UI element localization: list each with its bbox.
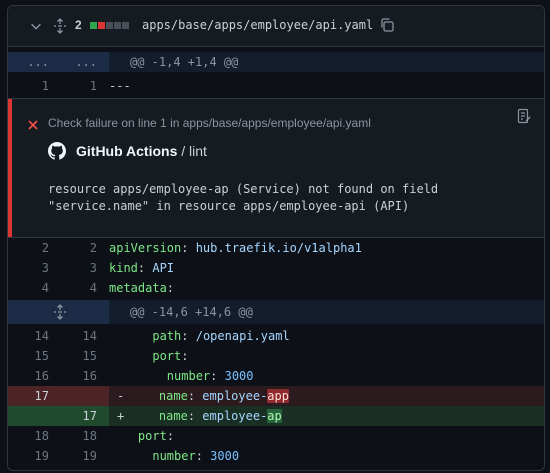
separator: / <box>177 143 190 159</box>
code-text: path: /openapi.yaml <box>152 329 290 343</box>
line-number-left[interactable]: 2 <box>8 238 49 258</box>
annotation-title: Check failure on line 1 in apps/base/app… <box>48 116 371 130</box>
expand-icon[interactable] <box>52 304 68 320</box>
line-number-right[interactable]: 19 <box>56 446 97 466</box>
line-number-left[interactable]: 14 <box>8 326 49 346</box>
added-line: 17 + name: employee-ap <box>8 406 544 426</box>
expand-up-button[interactable]: ... <box>8 52 49 72</box>
github-logo-icon <box>48 142 66 160</box>
diff-line: 18 18 port: <box>8 426 544 446</box>
line-number-right[interactable]: 17 <box>56 406 97 426</box>
diff-line: 3 3 kind: API <box>8 258 544 278</box>
hunk-range: @@ -14,6 +14,6 @@ <box>130 305 253 319</box>
line-number-right[interactable]: 3 <box>56 258 97 278</box>
check-source: GitHub Actions / lint <box>76 143 207 159</box>
diff-line: 16 16 number: 3000 <box>8 366 544 386</box>
annotation-message: resource apps/employee-ap (Service) not … <box>48 181 438 215</box>
code-text: number: 3000 <box>166 369 254 383</box>
diffstat-neutral-block <box>114 22 121 29</box>
hunk-range: @@ -1,4 +1,4 @@ <box>130 55 239 69</box>
expand-up-button[interactable]: ... <box>56 52 97 72</box>
line-number-right[interactable]: 18 <box>56 426 97 446</box>
line-number-left[interactable]: 1 <box>8 76 49 96</box>
diffstat-add-block <box>90 22 97 29</box>
line-number-left[interactable]: 15 <box>8 346 49 366</box>
message-line: resource apps/employee-ap (Service) not … <box>48 182 439 196</box>
file-header: 2 apps/base/apps/employee/api.yaml <box>8 6 544 47</box>
line-number-left[interactable]: 3 <box>8 258 49 278</box>
diff-line: 1 1 --- <box>8 76 544 96</box>
job-name: lint <box>189 143 207 159</box>
code-text: port: <box>137 429 175 443</box>
hunk-header: ... ... @@ -1,4 +1,4 @@ <box>8 52 544 72</box>
deletion-marker: - <box>117 389 125 403</box>
code-text: port: <box>152 349 189 363</box>
line-number-left[interactable]: 4 <box>8 278 49 298</box>
line-number-right[interactable]: 2 <box>56 238 97 258</box>
code-text: number: 3000 <box>152 449 240 463</box>
line-number-left[interactable]: 18 <box>8 426 49 446</box>
diff-line: 19 19 number: 3000 <box>8 446 544 466</box>
x-icon <box>28 120 38 130</box>
app-name[interactable]: GitHub Actions <box>76 143 177 159</box>
line-number-right[interactable]: 4 <box>56 278 97 298</box>
code-text: metadata: <box>109 281 175 295</box>
diff-file: 2 apps/base/apps/employee/api.yaml ... .… <box>7 5 545 471</box>
chevron-down-icon[interactable] <box>29 19 43 33</box>
diffstat-neutral-block <box>106 22 113 29</box>
failure-bar <box>8 99 12 237</box>
expand-all-icon[interactable] <box>52 18 68 34</box>
diff-line: 14 14 path: /openapi.yaml <box>8 326 544 346</box>
check-annotation: Check failure on line 1 in apps/base/app… <box>8 98 544 238</box>
diffstat-blocks <box>90 22 129 29</box>
file-path-link[interactable]: apps/base/apps/employee/api.yaml <box>142 18 373 32</box>
code-text: --- <box>109 79 131 93</box>
notes-icon[interactable] <box>516 108 532 124</box>
code-text: apiVersion: hub.traefik.io/v1alpha1 <box>109 241 362 255</box>
diff-line: 15 15 port: <box>8 346 544 366</box>
line-number-left[interactable]: 16 <box>8 366 49 386</box>
line-number-right[interactable]: 16 <box>56 366 97 386</box>
diff-line: 2 2 apiVersion: hub.traefik.io/v1alpha1 <box>8 238 544 258</box>
line-number-left[interactable]: 19 <box>8 446 49 466</box>
code-text: name: employee-ap <box>158 409 282 423</box>
change-count: 2 <box>75 18 82 32</box>
line-number-right[interactable]: 1 <box>56 76 97 96</box>
hunk-header: @@ -14,6 +14,6 @@ <box>8 300 544 324</box>
line-number-left[interactable]: 17 <box>8 386 49 406</box>
addition-marker: + <box>117 409 125 423</box>
copy-icon[interactable] <box>379 17 395 33</box>
deleted-line: 17 - name: employee-app <box>8 386 544 406</box>
code-text: name: employee-app <box>158 389 289 403</box>
code-text: kind: API <box>109 261 175 275</box>
diffstat-del-block <box>98 22 105 29</box>
message-line: "service.name" in resource apps/employee… <box>48 199 410 213</box>
line-number-right[interactable]: 14 <box>56 326 97 346</box>
line-number-right[interactable]: 15 <box>56 346 97 366</box>
diff-line: 4 4 metadata: <box>8 278 544 298</box>
diffstat-neutral-block <box>122 22 129 29</box>
